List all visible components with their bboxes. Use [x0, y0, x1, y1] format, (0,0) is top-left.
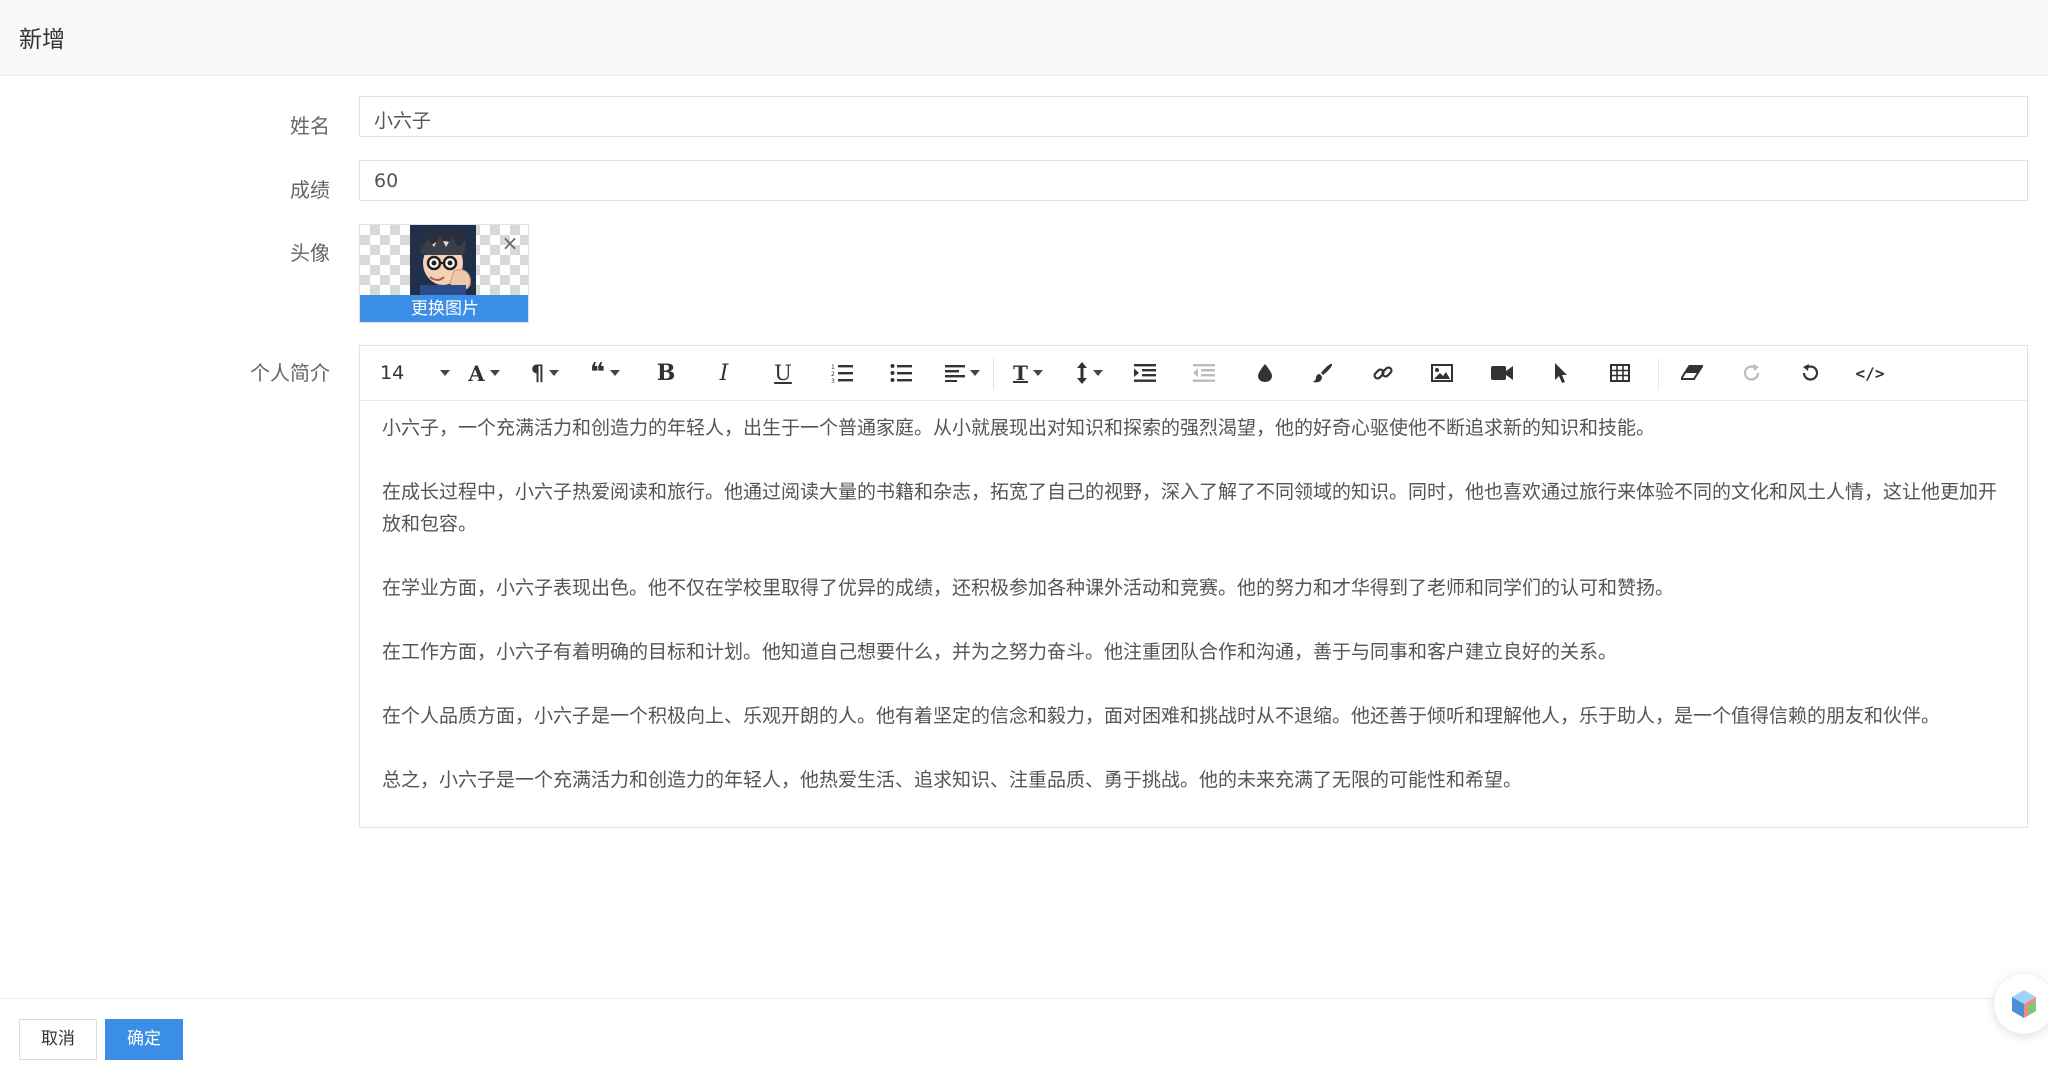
bio-paragraph: 在工作方面，小六子有着明确的目标和计划。他知道自己想要什么，并为之努力奋斗。他注…: [382, 641, 1618, 663]
svg-text:3: 3: [831, 378, 835, 383]
name-label: 姓名: [290, 114, 330, 138]
bold-icon[interactable]: B: [648, 356, 684, 390]
chevron-down-icon: [440, 370, 450, 376]
bio-paragraph: 在个人品质方面，小六子是一个积极向上、乐观开朗的人。他有着坚定的信念和毅力，面对…: [382, 705, 1941, 727]
video-icon[interactable]: [1484, 356, 1520, 390]
image-icon[interactable]: [1424, 356, 1460, 390]
link-icon[interactable]: [1365, 356, 1401, 390]
avatar-label: 头像: [290, 241, 330, 265]
score-label: 成绩: [290, 178, 330, 202]
svg-text:1: 1: [831, 364, 835, 371]
indent-icon[interactable]: [1127, 356, 1163, 390]
cursor-icon[interactable]: [1543, 356, 1579, 390]
paragraph-icon[interactable]: ¶: [525, 356, 565, 390]
bio-blank-line: [382, 668, 2005, 700]
italic-icon[interactable]: I: [706, 356, 742, 390]
bio-blank-line: [382, 444, 2005, 476]
avatar-uploader[interactable]: × 更换图片: [359, 224, 529, 323]
code-view-icon[interactable]: </>: [1852, 356, 1888, 390]
align-icon[interactable]: [940, 356, 984, 390]
rich-text-editor[interactable]: 14 A ¶ ❝ B I U 123 T </> 小六子，一个充满活力和创造力的…: [359, 345, 2028, 828]
background-color-icon[interactable]: [1305, 356, 1341, 390]
avatar-image: [410, 225, 476, 295]
bio-blank-line: [382, 732, 2005, 764]
bio-label: 个人简介: [250, 361, 330, 385]
floating-assistant-button[interactable]: [1994, 974, 2048, 1034]
toolbar-divider: [993, 358, 994, 390]
quote-icon[interactable]: ❝: [583, 356, 627, 390]
change-image-button[interactable]: 更换图片: [360, 295, 528, 322]
unordered-list-icon[interactable]: [883, 356, 919, 390]
font-size-select[interactable]: 14: [380, 356, 450, 390]
undo-icon[interactable]: [1792, 356, 1828, 390]
score-input[interactable]: 60: [359, 160, 2028, 201]
font-color-text-icon[interactable]: A: [464, 356, 504, 390]
confirm-button[interactable]: 确定: [105, 1019, 183, 1060]
bio-paragraph: 在学业方面，小六子表现出色。他不仅在学校里取得了优异的成绩，还积极参加各种课外活…: [382, 577, 1675, 599]
underline-icon[interactable]: U: [765, 356, 801, 390]
bio-paragraph: 小六子，一个充满活力和创造力的年轻人，出生于一个普通家庭。从小就展现出对知识和探…: [382, 417, 1656, 439]
toolbar-divider: [1658, 358, 1659, 390]
bio-paragraph: 总之，小六子是一个充满活力和创造力的年轻人，他热爱生活、追求知识、注重品质、勇于…: [382, 769, 1523, 791]
redo-icon[interactable]: [1734, 356, 1770, 390]
cube-logo-icon: [2012, 990, 2036, 1018]
outdent-icon[interactable]: [1186, 356, 1222, 390]
editor-toolbar: 14 A ¶ ❝ B I U 123 T </>: [360, 346, 2027, 401]
text-color-icon[interactable]: [1247, 356, 1283, 390]
clear-format-icon[interactable]: [1674, 356, 1710, 390]
bio-blank-line: [382, 604, 2005, 636]
svg-text:2: 2: [831, 371, 835, 378]
dialog-header: 新增: [0, 0, 2048, 76]
font-family-icon[interactable]: T: [1006, 356, 1050, 390]
cancel-button[interactable]: 取消: [19, 1019, 97, 1060]
table-icon[interactable]: [1602, 356, 1638, 390]
line-height-icon[interactable]: [1069, 356, 1109, 390]
bio-blank-line: [382, 540, 2005, 572]
ordered-list-icon[interactable]: 123: [824, 356, 860, 390]
bio-paragraph: 在成长过程中，小六子热爱阅读和旅行。他通过阅读大量的书籍和杂志，拓宽了自己的视野…: [382, 481, 1998, 535]
dialog-footer: [0, 998, 2048, 1082]
font-size-value: 14: [380, 362, 405, 384]
remove-avatar-icon[interactable]: ×: [500, 233, 520, 253]
name-input[interactable]: 小六子: [359, 96, 2028, 137]
editor-content[interactable]: 小六子，一个充满活力和创造力的年轻人，出生于一个普通家庭。从小就展现出对知识和探…: [360, 402, 2027, 827]
dialog-title: 新增: [19, 27, 65, 53]
